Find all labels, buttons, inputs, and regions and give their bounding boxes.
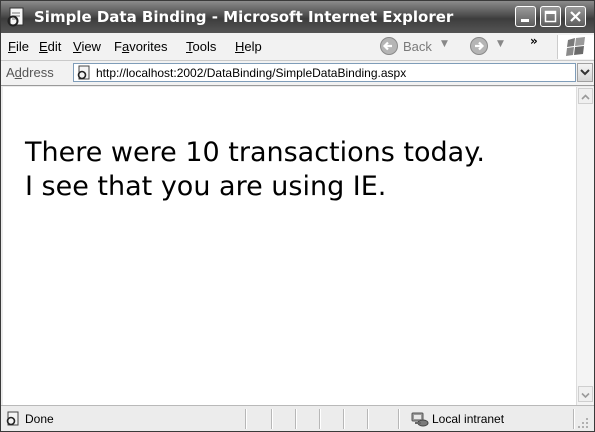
status-divider [245, 409, 246, 429]
menu-help[interactable]: Help [235, 39, 262, 54]
ie-page-icon [77, 65, 90, 80]
address-dropdown-button[interactable] [577, 63, 593, 82]
windows-flag-icon [557, 35, 594, 59]
back-arrow-icon [380, 37, 398, 55]
ie-page-icon[interactable] [7, 7, 27, 27]
close-icon [570, 11, 581, 22]
scroll-down-button[interactable] [578, 386, 593, 402]
vertical-scrollbar[interactable] [576, 87, 594, 405]
status-divider [271, 409, 272, 429]
local-intranet-icon [411, 412, 429, 427]
close-button[interactable] [565, 6, 586, 27]
chevron-up-icon [581, 94, 590, 100]
address-url[interactable]: http://localhost:2002/DataBinding/Simple… [96, 66, 406, 80]
menu-edit[interactable]: Edit [39, 39, 61, 54]
maximize-icon [544, 10, 557, 23]
status-text: Done [25, 412, 54, 426]
chevron-down-icon [580, 69, 590, 76]
toolbar-overflow-icon[interactable]: » [530, 34, 538, 48]
back-dropdown-icon[interactable]: ▼ [441, 39, 448, 49]
status-divider [343, 409, 344, 429]
forward-dropdown-icon[interactable]: ▼ [497, 39, 504, 49]
status-bar: Done Local intranet [1, 405, 594, 431]
forward-arrow-icon [470, 37, 488, 55]
window-title: Simple Data Binding - Microsoft Internet… [34, 8, 454, 26]
ie-page-icon [6, 411, 19, 426]
resize-grip-icon[interactable] [576, 416, 590, 430]
menu-bar: File Edit View Favorites Tools Help Back… [1, 33, 594, 61]
address-input[interactable]: http://localhost:2002/DataBinding/Simple… [73, 63, 576, 82]
menu-file[interactable]: File [8, 39, 29, 54]
address-label: Address [6, 65, 54, 80]
menu-tools[interactable]: Tools [186, 39, 216, 54]
minimize-button[interactable] [515, 6, 536, 27]
status-divider [573, 409, 574, 429]
page-content: There were 10 transactions today. I see … [3, 87, 576, 405]
status-divider [295, 409, 296, 429]
browser-window: Simple Data Binding - Microsoft Internet… [0, 0, 595, 432]
transactions-text: There were 10 transactions today. [25, 137, 485, 168]
maximize-button[interactable] [540, 6, 561, 27]
security-zone-text: Local intranet [432, 412, 505, 426]
status-divider [367, 409, 368, 429]
chevron-down-icon [581, 392, 590, 399]
browser-text: I see that you are using IE. [25, 171, 387, 202]
menu-favorites[interactable]: Favorites [114, 39, 167, 54]
status-divider [319, 409, 320, 429]
menu-view[interactable]: View [73, 39, 101, 54]
back-label: Back [403, 39, 432, 54]
status-divider [398, 409, 399, 429]
minimize-icon [521, 19, 529, 22]
address-bar: Address http://localhost:2002/DataBindin… [1, 61, 594, 86]
scroll-up-button[interactable] [578, 88, 593, 104]
title-bar[interactable]: Simple Data Binding - Microsoft Internet… [1, 1, 594, 33]
